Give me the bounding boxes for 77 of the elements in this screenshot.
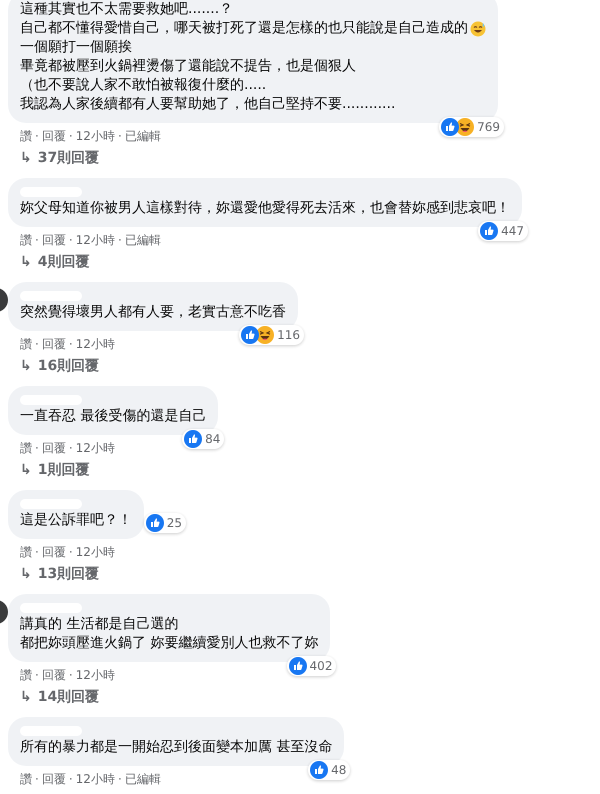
timestamp: 12小時 xyxy=(76,544,115,560)
comment-text: 突然覺得壞男人都有人要，老實古意不吃香 xyxy=(20,303,286,322)
reaction-count[interactable]: 116 xyxy=(239,325,304,345)
timestamp: 12小時 xyxy=(76,667,115,683)
comment-text: 自己都不懂得愛惜自己，哪天被打死了還是怎樣的也只能說是自己造成的 xyxy=(20,19,468,38)
action-link[interactable]: 回覆 xyxy=(42,771,66,787)
action-link[interactable]: 讚 xyxy=(20,128,32,144)
action-link[interactable]: 回覆 xyxy=(42,232,66,248)
action-link[interactable]: 讚 xyxy=(20,771,32,787)
thumbs-up-icon xyxy=(480,222,498,240)
separator-dot: · xyxy=(35,440,39,456)
comment-text: 這種其實也不太需要救她吧.......？ xyxy=(20,0,234,19)
thumbs-up-icon xyxy=(146,514,164,532)
comment-text: 畢竟都被壓到火鍋裡燙傷了還能說不提告，也是個狠人 xyxy=(20,57,356,76)
reaction-count[interactable]: 402 xyxy=(286,656,336,676)
timestamp: 12小時 xyxy=(76,771,115,787)
separator-dot: · xyxy=(68,667,73,683)
reaction-count[interactable]: 447 xyxy=(478,221,528,241)
action-link[interactable]: 回覆 xyxy=(42,336,66,352)
emoji-icon xyxy=(470,20,486,36)
separator-dot: · xyxy=(35,771,39,787)
separator-dot: · xyxy=(35,667,39,683)
comment-text: （也不要說人家不敢怕被報復什麼的..... xyxy=(20,76,266,95)
comment-text: 講真的 生活都是自己選的 xyxy=(20,615,178,634)
thumbs-up-icon xyxy=(184,430,202,448)
action-link[interactable]: 讚 xyxy=(20,440,32,456)
action-link[interactable]: 讚 xyxy=(20,544,32,560)
separator-dot: · xyxy=(35,128,39,144)
view-replies-link[interactable]: ↳ 1則回覆 xyxy=(8,456,102,480)
separator-dot: · xyxy=(68,128,73,144)
separator-dot: · xyxy=(35,232,39,248)
action-link[interactable]: 讚 xyxy=(20,232,32,248)
timestamp: 12小時 xyxy=(76,440,115,456)
action-link[interactable]: 回覆 xyxy=(42,544,66,560)
separator-dot: · xyxy=(35,544,39,560)
view-replies-link[interactable]: ↳ 16則回覆 xyxy=(8,352,112,376)
reaction-count[interactable]: 48 xyxy=(308,760,350,780)
timestamp: 12小時 xyxy=(76,128,115,144)
separator-dot: · xyxy=(68,544,73,560)
separator-dot: · xyxy=(118,232,122,248)
edited-label: 已編輯 xyxy=(124,128,161,144)
action-link[interactable]: 回覆 xyxy=(42,128,66,144)
comment-text: 所有的暴力都是一開始忍到後面變本加厲 甚至沒命 xyxy=(20,738,332,757)
view-replies-link[interactable]: ↳ 13則回覆 xyxy=(8,560,112,584)
separator-dot: · xyxy=(118,128,122,144)
thumbs-up-icon xyxy=(310,761,328,779)
reaction-count[interactable]: 769 xyxy=(439,117,504,137)
action-link[interactable]: 讚 xyxy=(20,336,32,352)
comment-text: 一直吞忍 最後受傷的還是自己 xyxy=(20,407,206,426)
view-replies-link[interactable]: ↳ 4則回覆 xyxy=(8,248,102,272)
laughing-emoji-icon xyxy=(256,326,274,344)
reaction-count[interactable]: 84 xyxy=(182,429,224,449)
view-replies-link[interactable]: ↳ 14則回覆 xyxy=(8,683,112,707)
comment-text: 一個願打一個願挨 xyxy=(20,38,132,57)
edited-label: 已編輯 xyxy=(124,232,161,248)
separator-dot: · xyxy=(118,771,122,787)
reaction-count[interactable]: 25 xyxy=(144,513,186,533)
separator-dot: · xyxy=(35,336,39,352)
comment-text: 妳父母知道你被男人這樣對待，妳還愛他愛得死去活來，也會替妳感到悲哀吧！ xyxy=(20,199,510,218)
action-link[interactable]: 回覆 xyxy=(42,667,66,683)
edited-label: 已編輯 xyxy=(124,771,161,787)
timestamp: 12小時 xyxy=(76,232,115,248)
thumbs-up-icon xyxy=(441,118,460,136)
separator-dot: · xyxy=(68,232,73,248)
comment-text: 都把妳頭壓進火鍋了 妳要繼續愛別人也救不了妳 xyxy=(20,634,318,653)
laughing-emoji-icon xyxy=(456,118,474,136)
separator-dot: · xyxy=(68,336,73,352)
timestamp: 12小時 xyxy=(76,336,115,352)
action-link[interactable]: 讚 xyxy=(20,667,32,683)
comment-text: 這是公訴罪吧？！ xyxy=(20,511,132,530)
view-replies-link[interactable]: ↳ 37則回覆 xyxy=(8,144,112,168)
thumbs-up-icon xyxy=(241,326,260,344)
action-link[interactable]: 回覆 xyxy=(42,440,66,456)
thumbs-up-icon xyxy=(288,657,307,675)
comment-text: 我認為人家後續都有人要幫助她了，他自己堅持不要............ xyxy=(20,95,396,114)
separator-dot: · xyxy=(68,771,73,787)
separator-dot: · xyxy=(68,440,73,456)
